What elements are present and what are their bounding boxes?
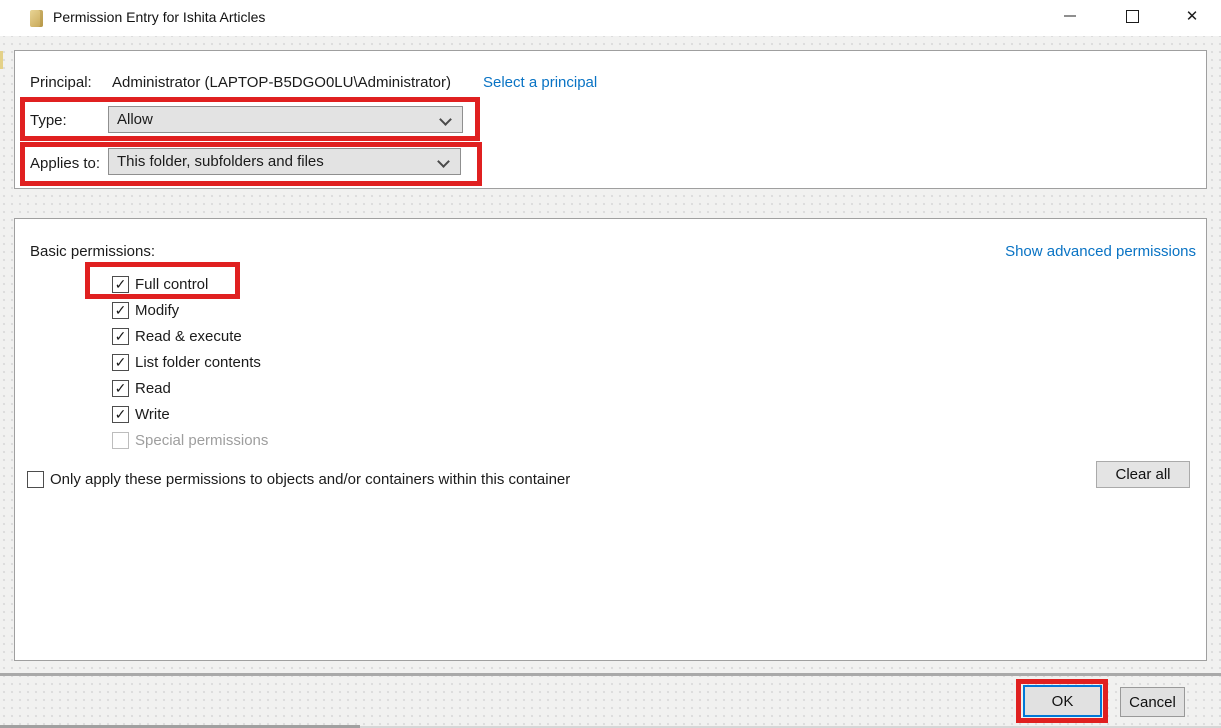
principal-label: Principal: bbox=[30, 74, 92, 91]
clear-all-button[interactable]: Clear all bbox=[1096, 461, 1190, 488]
checkbox-checked[interactable] bbox=[112, 380, 129, 397]
checkbox-unchecked[interactable] bbox=[27, 471, 44, 488]
permission-row-list-folder-contents: List folder contents bbox=[112, 354, 268, 371]
permission-label: List folder contents bbox=[135, 354, 261, 371]
cancel-button[interactable]: Cancel bbox=[1120, 687, 1185, 717]
permission-row-read-execute: Read & execute bbox=[112, 328, 268, 345]
maximize-button[interactable] bbox=[1111, 0, 1153, 32]
applies-to-label: Applies to: bbox=[30, 155, 100, 172]
type-dropdown[interactable]: Allow bbox=[108, 106, 463, 133]
footer-divider bbox=[0, 673, 1221, 676]
permissions-checkbox-list: Full control Modify Read & execute List … bbox=[112, 276, 268, 458]
checkbox-checked[interactable] bbox=[112, 328, 129, 345]
maximize-icon bbox=[1126, 10, 1139, 23]
permissions-file-icon bbox=[30, 10, 43, 27]
chevron-down-icon bbox=[437, 155, 450, 168]
minimize-icon bbox=[1064, 15, 1076, 17]
type-dropdown-value: Allow bbox=[117, 111, 153, 128]
background-window-edge bbox=[0, 51, 3, 69]
applies-to-dropdown-value: This folder, subfolders and files bbox=[117, 153, 324, 170]
select-principal-link[interactable]: Select a principal bbox=[483, 74, 597, 91]
title-bar: Permission Entry for Ishita Articles ✕ bbox=[0, 0, 1221, 36]
minimize-button[interactable] bbox=[1049, 0, 1091, 32]
only-apply-row: Only apply these permissions to objects … bbox=[27, 471, 570, 488]
permission-label: Modify bbox=[135, 302, 179, 319]
window-title: Permission Entry for Ishita Articles bbox=[53, 9, 265, 25]
permission-row-write: Write bbox=[112, 406, 268, 423]
permission-label: Read & execute bbox=[135, 328, 242, 345]
permission-entry-dialog: Permission Entry for Ishita Articles ✕ P… bbox=[0, 0, 1221, 728]
permission-label: Read bbox=[135, 380, 171, 397]
checkbox-unchecked-disabled bbox=[112, 432, 129, 449]
chevron-down-icon bbox=[439, 113, 452, 126]
only-apply-label: Only apply these permissions to objects … bbox=[50, 471, 570, 488]
show-advanced-permissions-link[interactable]: Show advanced permissions bbox=[1005, 243, 1196, 260]
permission-label: Special permissions bbox=[135, 432, 268, 449]
permission-label: Full control bbox=[135, 276, 208, 293]
close-icon: ✕ bbox=[1186, 9, 1199, 24]
checkbox-checked[interactable] bbox=[112, 406, 129, 423]
close-button[interactable]: ✕ bbox=[1171, 0, 1213, 32]
applies-to-dropdown[interactable]: This folder, subfolders and files bbox=[108, 148, 461, 175]
permission-row-modify: Modify bbox=[112, 302, 268, 319]
permission-row-read: Read bbox=[112, 380, 268, 397]
permission-row-full-control: Full control bbox=[112, 276, 268, 293]
principal-value: Administrator (LAPTOP-B5DGO0LU\Administr… bbox=[112, 74, 451, 91]
checkbox-checked[interactable] bbox=[112, 354, 129, 371]
permission-label: Write bbox=[135, 406, 170, 423]
permission-row-special-permissions: Special permissions bbox=[112, 432, 268, 449]
ok-button[interactable]: OK bbox=[1023, 685, 1102, 717]
checkbox-checked[interactable] bbox=[112, 302, 129, 319]
checkbox-checked[interactable] bbox=[112, 276, 129, 293]
type-label: Type: bbox=[30, 112, 67, 129]
basic-permissions-heading: Basic permissions: bbox=[30, 243, 155, 260]
